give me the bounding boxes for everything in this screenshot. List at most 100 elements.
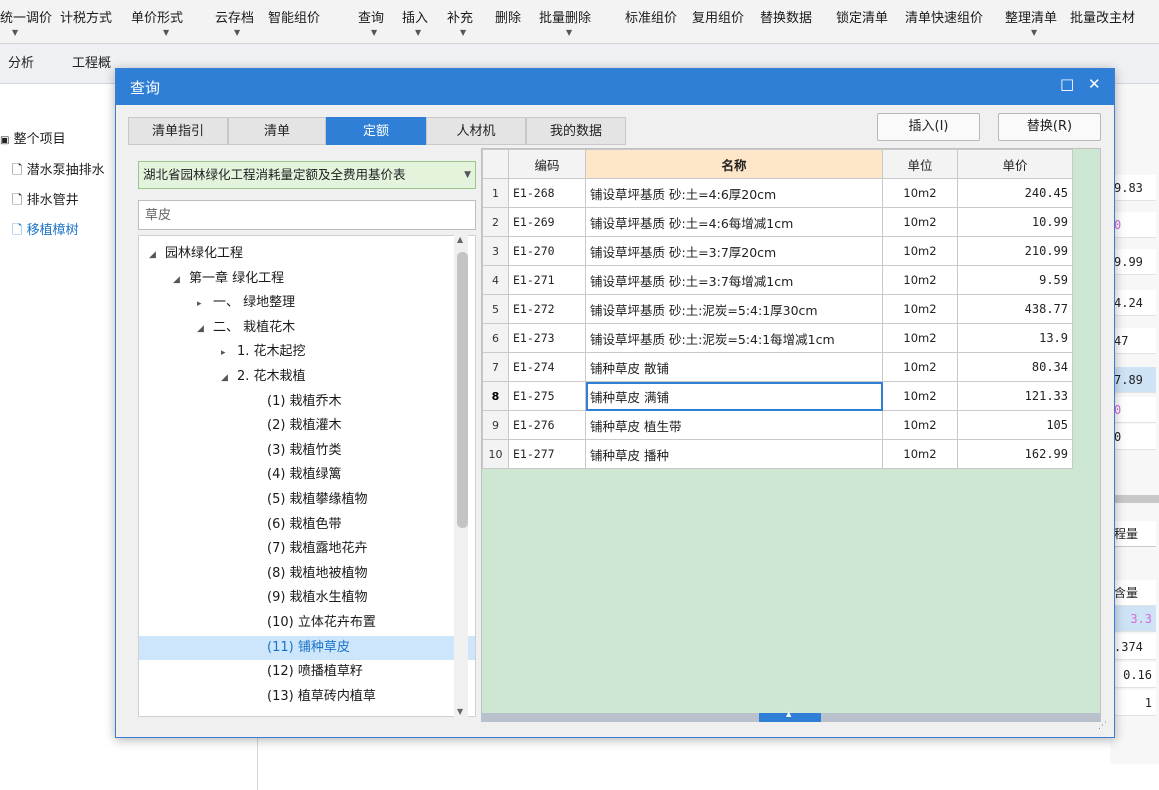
- cell-name[interactable]: 铺种草皮 散铺: [585, 352, 883, 382]
- row-number[interactable]: 5: [482, 294, 509, 324]
- background-tab-quantity[interactable]: 程量: [1110, 521, 1156, 547]
- cell-unit[interactable]: 10m2: [882, 265, 958, 295]
- tree-node[interactable]: (1) 栽植乔木: [267, 390, 342, 414]
- chevron-down-icon[interactable]: ▼: [163, 28, 169, 37]
- cell-unit[interactable]: 10m2: [882, 323, 958, 353]
- cell-code[interactable]: E1-275: [508, 381, 586, 411]
- tree-node[interactable]: (10) 立体花卉布置: [267, 611, 376, 635]
- chevron-down-icon[interactable]: ▼: [371, 28, 377, 37]
- toolbar-item-batch-main-material[interactable]: 批量改主材: [1070, 7, 1135, 26]
- tree-node[interactable]: ◢ 园林绿化工程: [149, 242, 243, 266]
- cell-unit[interactable]: 10m2: [882, 178, 958, 208]
- tree-node[interactable]: ◢ 第一章 绿化工程: [173, 267, 284, 291]
- cell-price[interactable]: 438.77: [957, 294, 1073, 324]
- cell-code[interactable]: E1-268: [508, 178, 586, 208]
- collapse-icon[interactable]: ◢: [221, 366, 237, 390]
- cell-code[interactable]: E1-272: [508, 294, 586, 324]
- tree-node[interactable]: (5) 栽植攀缘植物: [267, 488, 368, 512]
- row-number[interactable]: 3: [482, 236, 509, 266]
- tab-labor-material-machine[interactable]: 人材机: [426, 117, 526, 145]
- table-row[interactable]: 5 E1-272 铺设草坪基质 砂:土:泥炭=5:4:1厚30cm 10m2 438.7…: [482, 294, 1073, 324]
- tree-node[interactable]: ▸ 一、 绿地整理: [197, 291, 295, 315]
- cell-price[interactable]: 210.99: [957, 236, 1073, 266]
- cell-price[interactable]: 105: [957, 410, 1073, 440]
- table-row[interactable]: 6 E1-273 铺设草坪基质 砂:土:泥炭=5:4:1每增减1cm 10m2 13.9: [482, 323, 1073, 353]
- cell-price[interactable]: 162.99: [957, 439, 1073, 469]
- chevron-down-icon[interactable]: ▼: [415, 28, 421, 37]
- cell-code[interactable]: E1-274: [508, 352, 586, 382]
- cell-unit[interactable]: 10m2: [882, 207, 958, 237]
- tree-node[interactable]: (12) 喷播植草籽: [267, 660, 363, 684]
- cell-unit[interactable]: 10m2: [882, 439, 958, 469]
- cell-price[interactable]: 240.45: [957, 178, 1073, 208]
- project-tree-item[interactable]: 🗋 排水管井: [12, 189, 79, 213]
- tab-quota[interactable]: 定额: [326, 117, 426, 145]
- insert-button[interactable]: 插入(I): [877, 113, 980, 141]
- toolbar-item-replace-data[interactable]: 替换数据: [760, 7, 812, 26]
- table-row[interactable]: 4 E1-271 铺设草坪基质 砂:土=3:7每增减1cm 10m2 9.59: [482, 265, 1073, 295]
- tree-node[interactable]: (11) 铺种草皮: [139, 635, 475, 660]
- row-number[interactable]: 1: [482, 178, 509, 208]
- table-row[interactable]: 8 E1-275 铺种草皮 满铺 10m2 121.33: [482, 381, 1073, 411]
- cell-unit[interactable]: 10m2: [882, 236, 958, 266]
- row-number[interactable]: 10: [482, 439, 509, 469]
- cell-price[interactable]: 13.9: [957, 323, 1073, 353]
- cell-name[interactable]: 铺设草坪基质 砂:土=3:7厚20cm: [585, 236, 883, 266]
- toolbar-item-supplement[interactable]: 补充: [447, 7, 473, 26]
- row-number[interactable]: 2: [482, 207, 509, 237]
- cell-code[interactable]: E1-273: [508, 323, 586, 353]
- quota-library-select[interactable]: 湖北省园林绿化工程消耗量定额及全费用基价表 ▼: [138, 161, 476, 189]
- background-tab-analysis[interactable]: 分析: [0, 44, 42, 84]
- tree-node[interactable]: ◢ 2. 花木栽植: [221, 365, 306, 389]
- toolbar-item-unified-price[interactable]: 统一调价: [0, 7, 52, 26]
- maximize-icon[interactable]: □: [1060, 75, 1074, 93]
- toolbar-item-price-form[interactable]: 单价形式: [131, 7, 183, 26]
- replace-button[interactable]: 替换(R): [998, 113, 1101, 141]
- cell-name[interactable]: 铺设草坪基质 砂:土:泥炭=5:4:1每增减1cm: [585, 323, 883, 353]
- project-tree-item[interactable]: 🗋 潜水泵抽排水: [12, 159, 105, 183]
- cell-name[interactable]: 铺种草皮 满铺: [585, 381, 883, 411]
- cell-code[interactable]: E1-276: [508, 410, 586, 440]
- collapse-icon[interactable]: ◢: [149, 243, 165, 267]
- table-row[interactable]: 9 E1-276 铺种草皮 植生带 10m2 105: [482, 410, 1073, 440]
- toolbar-item-tax-method[interactable]: 计税方式: [60, 7, 112, 26]
- toolbar-item-quick-pricing[interactable]: 清单快速组价: [905, 7, 983, 26]
- cell-unit[interactable]: 10m2: [882, 352, 958, 382]
- col-header-name[interactable]: 名称: [585, 149, 883, 179]
- chevron-down-icon[interactable]: ▼: [12, 28, 18, 37]
- tab-list-guide[interactable]: 清单指引: [128, 117, 228, 145]
- toolbar-item-query[interactable]: 查询: [358, 7, 384, 26]
- toolbar-item-standard-pricing[interactable]: 标准组价: [625, 7, 677, 26]
- resize-grip-icon[interactable]: ⋰: [1098, 721, 1112, 735]
- tree-node[interactable]: ▸ 1. 花木起挖: [221, 340, 306, 364]
- cell-unit[interactable]: 10m2: [882, 294, 958, 324]
- close-icon[interactable]: ✕: [1088, 75, 1101, 93]
- scroll-down-icon[interactable]: ▼: [457, 707, 463, 716]
- toolbar-item-lock-list[interactable]: 锁定清单: [836, 7, 888, 26]
- tree-node[interactable]: (4) 栽植绿篱: [267, 463, 342, 487]
- project-tree-root[interactable]: ▣ 整个项目: [0, 128, 66, 147]
- cell-code[interactable]: E1-271: [508, 265, 586, 295]
- cell-unit[interactable]: 10m2: [882, 381, 958, 411]
- toolbar-item-insert[interactable]: 插入: [402, 7, 428, 26]
- cell-name[interactable]: 铺设草坪基质 砂:土=4:6厚20cm: [585, 178, 883, 208]
- row-number[interactable]: 6: [482, 323, 509, 353]
- col-header-price[interactable]: 单价: [957, 149, 1073, 179]
- tree-node[interactable]: (7) 栽植露地花卉: [267, 537, 368, 561]
- background-tab-overview[interactable]: 工程概: [64, 44, 119, 84]
- tree-node[interactable]: (13) 植草砖内植草: [267, 685, 376, 709]
- toolbar-item-batch-delete[interactable]: 批量删除: [539, 7, 591, 26]
- tree-node[interactable]: (2) 栽植灌木: [267, 414, 342, 438]
- row-number[interactable]: 8: [482, 381, 509, 411]
- collapse-icon[interactable]: ◢: [173, 268, 189, 292]
- scroll-up-icon[interactable]: ▲: [457, 235, 463, 244]
- cell-name[interactable]: 铺设草坪基质 砂:土:泥炭=5:4:1厚30cm: [585, 294, 883, 324]
- cell-code[interactable]: E1-270: [508, 236, 586, 266]
- cell-code[interactable]: E1-277: [508, 439, 586, 469]
- cell-price[interactable]: 9.59: [957, 265, 1073, 295]
- toolbar-item-cloud-archive[interactable]: 云存档: [215, 7, 254, 26]
- project-tree-item-selected[interactable]: 🗋 移植樟树: [12, 219, 79, 243]
- chevron-down-icon[interactable]: ▼: [1031, 28, 1037, 37]
- cell-unit[interactable]: 10m2: [882, 410, 958, 440]
- row-number[interactable]: 4: [482, 265, 509, 295]
